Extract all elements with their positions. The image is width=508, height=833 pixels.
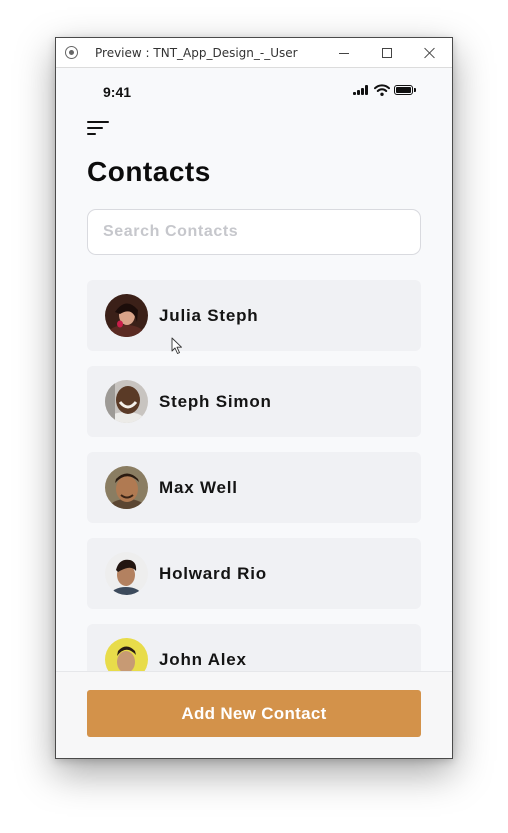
close-button[interactable] xyxy=(408,38,452,68)
contact-card[interactable]: Holward Rio xyxy=(87,538,421,609)
mouse-cursor-icon xyxy=(171,337,182,354)
wifi-icon xyxy=(374,84,390,96)
contact-name: Holward Rio xyxy=(159,564,267,583)
contact-name: Max Well xyxy=(159,478,238,497)
contacts-screen: 9:41 Contacts Search Contacts Julia Step… xyxy=(56,68,452,758)
preview-window: Preview : TNT_App_Design_-_User 9:41 Con… xyxy=(55,37,453,759)
contact-name: John Alex xyxy=(159,650,247,669)
contact-card[interactable]: Julia Steph xyxy=(87,280,421,351)
contact-card[interactable]: Max Well xyxy=(87,452,421,523)
contact-name: Julia Steph xyxy=(159,306,259,325)
maximize-icon xyxy=(382,48,392,58)
status-time: 9:41 xyxy=(103,84,132,100)
window-titlebar[interactable]: Preview : TNT_App_Design_-_User xyxy=(56,38,452,68)
close-icon xyxy=(424,47,436,59)
avatar xyxy=(105,466,148,509)
avatar xyxy=(105,294,148,337)
menu-icon[interactable] xyxy=(87,121,109,137)
maximize-button[interactable] xyxy=(365,38,409,68)
contact-card[interactable]: Steph Simon xyxy=(87,366,421,437)
avatar xyxy=(105,552,148,595)
add-contact-button[interactable]: Add New Contact xyxy=(87,690,421,737)
search-input[interactable] xyxy=(87,209,421,255)
battery-icon xyxy=(394,85,416,95)
minimize-button[interactable] xyxy=(322,38,366,68)
page-title: Contacts xyxy=(87,156,211,187)
minimize-icon xyxy=(339,52,349,54)
window-title: Preview : TNT_App_Design_-_User xyxy=(95,46,298,60)
signal-icon xyxy=(353,85,370,95)
contact-name: Steph Simon xyxy=(159,392,272,411)
avatar xyxy=(105,380,148,423)
bottom-bar: Add New Contact xyxy=(56,671,452,758)
app-record-icon xyxy=(65,46,78,59)
status-icons xyxy=(353,84,419,98)
